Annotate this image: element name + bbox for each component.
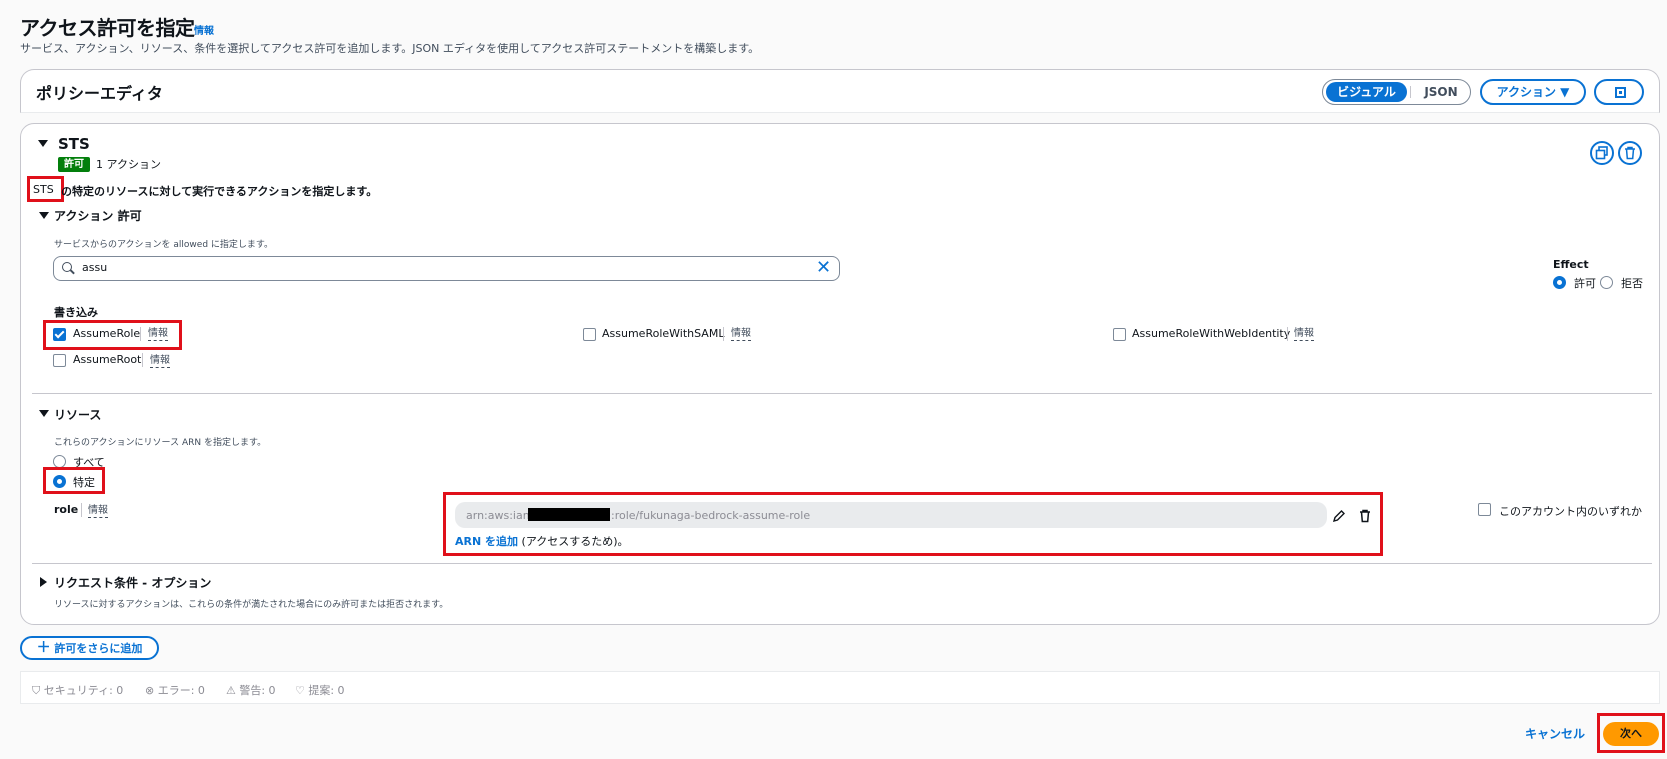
effect-allow-radio[interactable] <box>1553 276 1566 289</box>
collapse-resources-icon[interactable] <box>39 410 49 417</box>
policy-editor-title: ポリシーエディタ <box>36 84 163 103</box>
actions-section-title: アクション 許可 <box>54 209 142 223</box>
assumerolewithwebidentity-label[interactable]: AssumeRoleWithWebIdentity <box>1132 327 1290 340</box>
conditions-help-text: リソースに対するアクションは、これらの条件が満たされた場合にのみ許可または拒否さ… <box>54 600 449 610</box>
action-count: 1 アクション <box>96 158 161 171</box>
assumerolewithwebidentity-checkbox[interactable] <box>1113 328 1126 341</box>
divider <box>32 393 1652 394</box>
assumeroot-checkbox[interactable] <box>53 354 66 367</box>
page-subtitle: サービス、アクション、リソース、条件を選択してアクセス許可を追加します。JSON… <box>20 42 760 55</box>
assumeroot-label[interactable]: AssumeRoot <box>73 353 141 366</box>
add-more-label: 許可をさらに追加 <box>54 642 143 655</box>
actions-dropdown-button[interactable]: アクション ▼ <box>1480 79 1586 105</box>
highlight-box-sts <box>27 176 64 202</box>
role-label: role <box>54 503 79 516</box>
duplicate-statement-button[interactable] <box>1590 141 1614 165</box>
plus-icon: ＋ <box>36 640 51 656</box>
effect-label: Effect <box>1553 258 1589 271</box>
separator <box>142 353 143 367</box>
effect-allow-label[interactable]: 許可 <box>1574 275 1596 291</box>
assumerolewithsaml-info-link[interactable]: 情報 <box>731 328 751 341</box>
action-search-input[interactable] <box>53 256 840 281</box>
page-info-link[interactable]: 情報 <box>194 22 214 37</box>
effect-badge: 許可 <box>58 157 90 172</box>
cancel-button[interactable]: キャンセル <box>1525 725 1585 742</box>
write-group-title: 書き込み <box>54 306 98 319</box>
assumerolewithsaml-label[interactable]: AssumeRoleWithSAML <box>602 327 724 340</box>
resources-help-text: これらのアクションにリソース ARN を指定します。 <box>54 438 267 448</box>
highlight-box-specific <box>43 467 105 494</box>
separator <box>81 503 82 517</box>
warnings-status[interactable]: ⚠ 警告: 0 <box>226 682 276 698</box>
assumeroot-info-link[interactable]: 情報 <box>150 355 170 368</box>
highlight-box-assumerole <box>43 320 182 350</box>
security-status[interactable]: ⛉ セキュリティ: 0 <box>32 682 123 698</box>
mode-separator <box>1410 86 1411 98</box>
role-info-link[interactable]: 情報 <box>88 505 108 518</box>
separator <box>1287 327 1288 341</box>
assumerolewithwebidentity-info-link[interactable]: 情報 <box>1294 328 1314 341</box>
search-icon <box>62 262 72 272</box>
fullscreen-button[interactable] <box>1594 79 1644 105</box>
assumerolewithsaml-checkbox[interactable] <box>583 328 596 341</box>
effect-deny-label[interactable]: 拒否 <box>1621 275 1643 291</box>
fullscreen-icon <box>1615 87 1626 98</box>
errors-status[interactable]: ⊗ エラー: 0 <box>145 682 205 698</box>
effect-deny-radio[interactable] <box>1600 276 1613 289</box>
statement-service-title: STS <box>58 135 90 153</box>
expand-conditions-icon[interactable] <box>40 577 47 587</box>
actions-help-text: サービスからのアクションを allowed に指定します。 <box>54 240 274 250</box>
any-in-account-label[interactable]: このアカウント内のいずれか <box>1499 503 1642 519</box>
any-in-account-checkbox[interactable] <box>1478 503 1491 516</box>
add-more-permissions-button[interactable]: ＋ 許可をさらに追加 <box>20 636 159 660</box>
suggestions-count: 提案: 0 <box>308 684 345 697</box>
divider <box>32 563 1652 564</box>
suggestions-status[interactable]: ♡ 提案: 0 <box>295 682 345 698</box>
warnings-count: 警告: 0 <box>239 684 276 697</box>
separator <box>723 327 724 341</box>
errors-count: エラー: 0 <box>157 684 205 697</box>
delete-statement-button[interactable] <box>1618 141 1642 165</box>
action-search-value[interactable]: assu <box>82 261 107 274</box>
mode-visual-button[interactable]: ビジュアル <box>1326 82 1407 102</box>
security-count: セキュリティ: 0 <box>43 684 124 697</box>
resources-section-title: リソース <box>54 408 102 422</box>
duplicate-icon <box>1595 146 1608 160</box>
trash-icon <box>1625 146 1635 160</box>
collapse-actions-icon[interactable] <box>39 212 49 219</box>
conditions-title: リクエスト条件 - オプション <box>54 576 212 590</box>
collapse-statement-icon[interactable] <box>38 140 48 147</box>
clear-search-icon[interactable]: ✕ <box>816 257 831 278</box>
highlight-box-next <box>1597 713 1665 753</box>
page-title: アクセス許可を指定 <box>20 16 195 40</box>
highlight-box-arn <box>443 492 1383 556</box>
statement-desc-text: の特定のリソースに対して実行できるアクションを指定します。 <box>61 185 378 198</box>
mode-json-button[interactable]: JSON <box>1414 82 1468 102</box>
